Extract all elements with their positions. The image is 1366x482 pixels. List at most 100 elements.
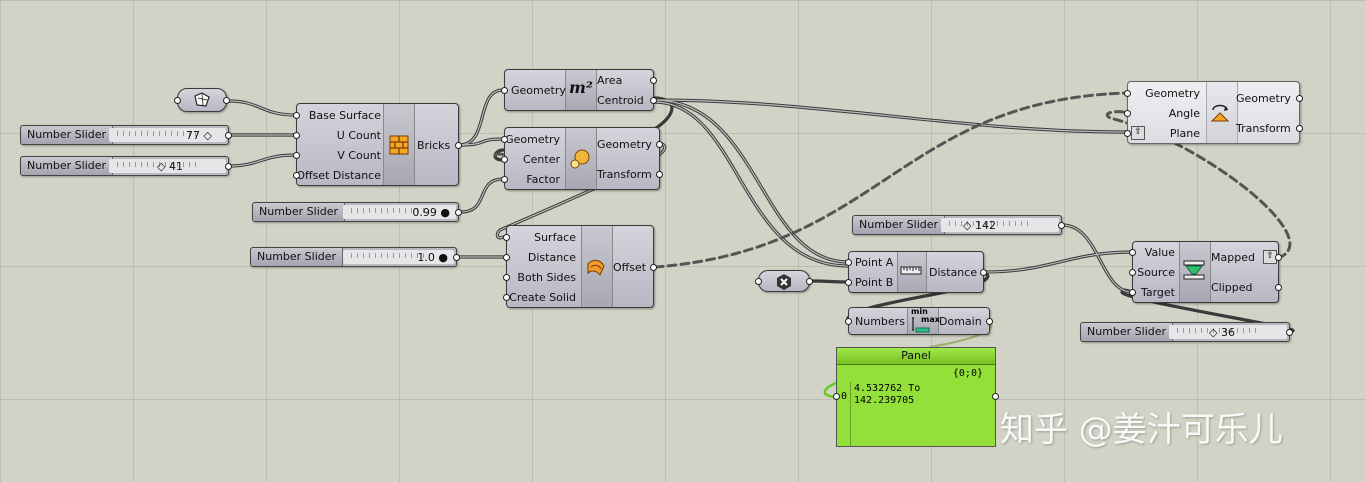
input-numbers[interactable]: Numbers: [855, 315, 905, 328]
port[interactable]: [656, 141, 663, 148]
surface-param[interactable]: [174, 88, 230, 112]
port[interactable]: [503, 294, 510, 301]
slider-target-a[interactable]: Number Slider ◇ 142: [852, 215, 1065, 235]
port[interactable]: [1129, 249, 1136, 256]
output-bricks[interactable]: Bricks: [417, 139, 450, 152]
slider-track[interactable]: 77 ◇: [109, 128, 226, 142]
input-distance[interactable]: Distance: [528, 251, 576, 264]
slider-track[interactable]: 0.99 ●: [343, 205, 456, 219]
port[interactable]: [1296, 125, 1303, 132]
port[interactable]: [650, 264, 657, 271]
output-geometry[interactable]: Geometry: [597, 138, 652, 151]
input-value[interactable]: Value: [1145, 246, 1175, 259]
output-distance[interactable]: Distance: [929, 266, 977, 279]
input-offset-distance[interactable]: Offset Distance: [296, 169, 381, 182]
port[interactable]: [225, 132, 232, 139]
port[interactable]: [1296, 95, 1303, 102]
input-source[interactable]: Source: [1137, 266, 1175, 279]
graft-icon[interactable]: ⇧: [1131, 126, 1145, 140]
output-area[interactable]: Area: [597, 74, 622, 87]
input-base-surface[interactable]: Base Surface: [309, 109, 381, 122]
port[interactable]: [1129, 269, 1136, 276]
slider-track[interactable]: ◇ 36: [1169, 325, 1287, 339]
port[interactable]: [503, 234, 510, 241]
port[interactable]: [455, 209, 462, 216]
port[interactable]: [1124, 90, 1131, 97]
port[interactable]: [223, 97, 230, 104]
slider-factor[interactable]: Number Slider 0.99 ●: [252, 202, 462, 222]
port[interactable]: [501, 156, 508, 163]
input-factor[interactable]: Factor: [526, 173, 560, 186]
slider-u-count[interactable]: Number Slider 77 ◇: [20, 125, 232, 145]
input-create-solid[interactable]: Create Solid: [509, 291, 576, 304]
point-param[interactable]: [755, 270, 813, 292]
port[interactable]: [986, 318, 993, 325]
output-transform[interactable]: Transform: [597, 168, 652, 181]
port[interactable]: [293, 112, 300, 119]
distance-component[interactable]: Point A Point B Distance: [845, 251, 987, 293]
slider-track[interactable]: 1.0 ●: [343, 250, 454, 264]
input-geometry[interactable]: Geometry: [505, 133, 560, 146]
panel-content[interactable]: 4.532762 To 142.239705: [850, 382, 995, 446]
port[interactable]: [293, 152, 300, 159]
port[interactable]: [501, 136, 508, 143]
scale-component[interactable]: Geometry Center Factor Geometry Transfor…: [501, 127, 663, 190]
port[interactable]: [755, 278, 762, 285]
input-surface[interactable]: Surface: [534, 231, 576, 244]
input-angle[interactable]: Angle: [1169, 107, 1200, 120]
port[interactable]: [845, 279, 852, 286]
port[interactable]: [1275, 254, 1282, 261]
port[interactable]: [503, 274, 510, 281]
port[interactable]: [1129, 289, 1136, 296]
port[interactable]: [455, 142, 462, 149]
area-component[interactable]: Geometry m² Area Centroid: [501, 69, 657, 111]
port[interactable]: [293, 132, 300, 139]
port[interactable]: [503, 254, 510, 261]
port[interactable]: [656, 171, 663, 178]
port[interactable]: [650, 97, 657, 104]
port[interactable]: [225, 163, 232, 170]
port[interactable]: [1058, 222, 1065, 229]
offset-surface-component[interactable]: Surface Distance Both Sides Create Solid…: [503, 225, 657, 308]
slider-track[interactable]: ◇ 142: [941, 218, 1059, 232]
grasshopper-canvas[interactable]: Number Slider 77 ◇ Number Slider ◇ 41 Nu…: [0, 0, 1366, 482]
output-clipped[interactable]: Clipped: [1211, 281, 1253, 294]
port[interactable]: [845, 259, 852, 266]
output-centroid[interactable]: Centroid: [597, 94, 644, 107]
slider-distance[interactable]: Number Slider 1.0 ●: [250, 247, 460, 267]
slider-target-b[interactable]: Number Slider ◇ 36: [1080, 322, 1293, 342]
output-domain[interactable]: Domain: [939, 315, 982, 328]
remap-component[interactable]: Value Source Target Mapped ⇧ Clipped: [1129, 241, 1282, 303]
port[interactable]: [833, 393, 840, 400]
output-offset[interactable]: Offset: [613, 261, 646, 274]
port[interactable]: [1286, 329, 1293, 336]
port[interactable]: [806, 278, 813, 285]
input-geometry[interactable]: Geometry: [511, 84, 566, 97]
rotate-component[interactable]: Geometry Angle Plane ⇧ Geometry Transfor…: [1124, 81, 1303, 144]
output-mapped[interactable]: Mapped: [1211, 251, 1255, 264]
input-v-count[interactable]: V Count: [337, 149, 381, 162]
input-both-sides[interactable]: Both Sides: [517, 271, 576, 284]
bounds-component[interactable]: Numbers min max Domain: [845, 307, 993, 335]
bricks-component[interactable]: Base Surface U Count V Count Offset Dist…: [293, 103, 462, 186]
input-plane[interactable]: Plane: [1170, 127, 1200, 140]
port[interactable]: [650, 77, 657, 84]
port[interactable]: [1124, 110, 1131, 117]
input-geometry[interactable]: Geometry: [1145, 87, 1200, 100]
port[interactable]: [293, 172, 300, 179]
port[interactable]: [845, 318, 852, 325]
port[interactable]: [501, 87, 508, 94]
port[interactable]: [1124, 130, 1131, 137]
port[interactable]: [1275, 284, 1282, 291]
slider-track[interactable]: ◇ 41: [109, 159, 226, 173]
port[interactable]: [980, 269, 987, 276]
port[interactable]: [453, 254, 460, 261]
slider-v-count[interactable]: Number Slider ◇ 41: [20, 156, 232, 176]
port[interactable]: [992, 393, 999, 400]
input-target[interactable]: Target: [1141, 286, 1175, 299]
output-transform[interactable]: Transform: [1236, 122, 1291, 135]
panel[interactable]: Panel {0;0} 0 4.532762 To 142.239705: [833, 347, 999, 447]
input-center[interactable]: Center: [523, 153, 560, 166]
input-point-a[interactable]: Point A: [855, 256, 893, 269]
input-point-b[interactable]: Point B: [855, 276, 893, 289]
